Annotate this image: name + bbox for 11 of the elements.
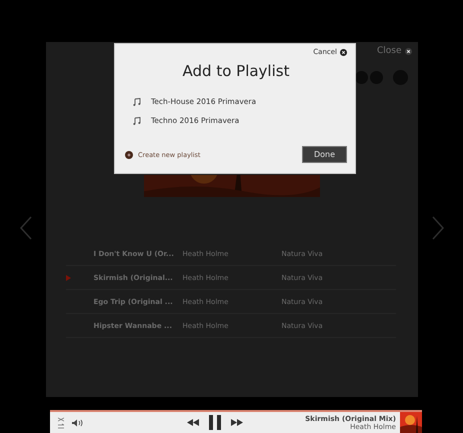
volume-icon[interactable] [72, 418, 84, 426]
add-icon [125, 150, 133, 158]
close-icon [404, 48, 412, 54]
done-button[interactable]: Done [302, 146, 347, 163]
music-note-icon [133, 98, 141, 106]
pause-button[interactable] [208, 415, 221, 430]
dialog-title: Add to Playlist [182, 62, 290, 80]
music-note-icon [133, 116, 141, 124]
close-icon [340, 48, 347, 56]
fast-forward-button[interactable] [230, 419, 243, 426]
rewind-button[interactable] [186, 419, 199, 426]
